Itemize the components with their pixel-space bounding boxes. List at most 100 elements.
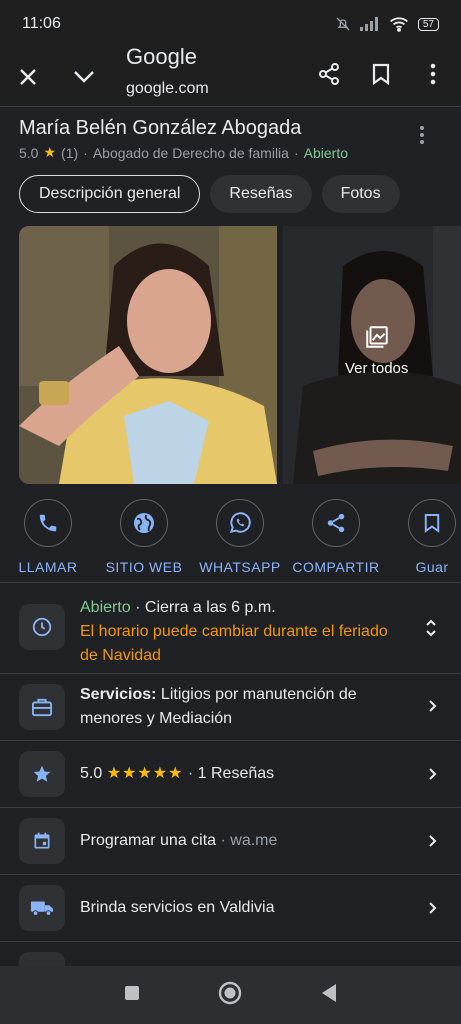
services-chevron bbox=[428, 699, 437, 718]
reviews-chevron bbox=[428, 767, 437, 786]
status-bar: 11:06 57 bbox=[0, 0, 461, 48]
close-button[interactable] bbox=[8, 57, 48, 97]
square-icon bbox=[124, 985, 139, 1000]
place-rating: 5.0 bbox=[19, 144, 39, 161]
kebab-icon bbox=[430, 63, 436, 85]
appointment-row[interactable]: Programar una cita · wa.me bbox=[0, 808, 461, 874]
reviews-rating: 5.0 bbox=[80, 765, 103, 782]
clock-icon-box bbox=[19, 604, 65, 650]
tab-reviews[interactable]: Reseñas bbox=[210, 175, 312, 213]
place-meta: 5.0 ★ (1) · Abogado de Derecho de famili… bbox=[19, 144, 348, 161]
hours-closes: · Cierra a las 6 p.m. bbox=[130, 599, 276, 616]
appointment-source: · wa.me bbox=[216, 832, 278, 849]
services-text: Servicios: Litigios por manutención de m… bbox=[80, 683, 401, 731]
photo-strip: Ver todos bbox=[19, 226, 461, 484]
place-review-count[interactable]: (1) bbox=[61, 145, 78, 161]
call-label: LLAMAR bbox=[18, 559, 78, 575]
signal-icon bbox=[359, 17, 378, 31]
place-more-button[interactable] bbox=[419, 125, 425, 150]
phone-icon bbox=[39, 514, 57, 532]
chevron-right-icon bbox=[429, 768, 437, 780]
share-place-button[interactable]: COMPARTIR bbox=[288, 499, 384, 575]
chevron-right-icon bbox=[429, 700, 437, 712]
bookmark-icon bbox=[372, 63, 390, 85]
page-url: google.com bbox=[126, 80, 209, 97]
whatsapp-icon bbox=[229, 512, 251, 533]
photo-library-icon bbox=[365, 326, 388, 348]
star-icon bbox=[33, 765, 51, 782]
open-status: Abierto bbox=[303, 144, 348, 161]
bookmark-icon bbox=[424, 514, 440, 533]
website-button[interactable]: SITIO WEB bbox=[96, 499, 192, 575]
appointment-label: Programar una cita bbox=[80, 832, 217, 849]
hours-text: Abierto · Cierra a las 6 p.m. El horario… bbox=[80, 596, 401, 668]
browser-toolbar: Google google.com bbox=[0, 44, 461, 106]
website-label: SITIO WEB bbox=[105, 559, 183, 575]
services-label: Servicios: bbox=[80, 686, 157, 703]
next-row-partial[interactable] bbox=[0, 942, 461, 966]
save-label: Guar bbox=[415, 559, 449, 575]
main-photo[interactable] bbox=[19, 226, 277, 484]
expand-hours-button[interactable] bbox=[425, 619, 437, 642]
row-icon-box bbox=[19, 952, 65, 966]
star-icon-box bbox=[19, 751, 65, 797]
see-all-label-group: Ver todos bbox=[345, 324, 408, 377]
service-area-chevron bbox=[428, 901, 437, 920]
star-icon: ★ bbox=[43, 144, 57, 160]
tab-bar: Descripción general Reseñas Fotos bbox=[19, 175, 400, 213]
status-icons: 57 bbox=[335, 16, 439, 32]
share-icon bbox=[319, 63, 339, 85]
quick-actions: LLAMAR SITIO WEB WHATSAPP COMPARTIR Guar bbox=[0, 499, 461, 575]
see-all-photos[interactable]: Ver todos bbox=[283, 226, 461, 484]
collapse-button[interactable] bbox=[64, 57, 104, 97]
briefcase-icon-box bbox=[19, 684, 65, 730]
back-button[interactable] bbox=[320, 983, 338, 1008]
service-area-text: Brinda servicios en Valdivia bbox=[80, 899, 275, 916]
hours-status: Abierto bbox=[80, 599, 131, 616]
more-menu-button[interactable] bbox=[413, 54, 453, 94]
close-icon bbox=[20, 69, 36, 85]
kebab-icon bbox=[420, 126, 424, 144]
call-button[interactable]: LLAMAR bbox=[0, 499, 96, 575]
truck-icon bbox=[30, 901, 54, 916]
chevron-right-icon bbox=[429, 902, 437, 914]
page-title-block: Google google.com bbox=[126, 44, 209, 98]
reviews-stars: ★★★★★ bbox=[106, 765, 184, 782]
hours-warning: El horario puede cambiar durante el feri… bbox=[80, 623, 388, 664]
clock-icon bbox=[32, 617, 52, 637]
place-panel: María Belén González Abogada 5.0 ★ (1) ·… bbox=[0, 106, 461, 966]
share-button[interactable] bbox=[309, 54, 349, 94]
status-time: 11:06 bbox=[22, 15, 61, 32]
separator-dot: · bbox=[83, 144, 88, 161]
share-icon bbox=[327, 513, 345, 533]
whatsapp-button[interactable]: WHATSAPP bbox=[192, 499, 288, 575]
mute-icon bbox=[336, 17, 350, 31]
see-all-label: Ver todos bbox=[345, 360, 409, 377]
globe-icon bbox=[134, 513, 154, 533]
hours-row[interactable]: Abierto · Cierra a las 6 p.m. El horario… bbox=[0, 583, 461, 673]
back-triangle-icon bbox=[321, 983, 336, 1002]
page-title: Google bbox=[126, 44, 197, 69]
system-nav-bar bbox=[0, 966, 461, 1024]
service-area-row[interactable]: Brinda servicios en Valdivia bbox=[0, 875, 461, 941]
briefcase-icon bbox=[32, 698, 52, 717]
save-button[interactable]: Guar bbox=[384, 499, 461, 575]
reviews-text: 5.0 ★★★★★ · 1 Reseñas bbox=[80, 762, 401, 786]
home-button[interactable] bbox=[218, 981, 242, 1010]
reviews-count: · 1 Reseñas bbox=[183, 765, 275, 782]
truck-icon-box bbox=[19, 885, 65, 931]
calendar-icon bbox=[34, 832, 50, 849]
place-category: Abogado de Derecho de familia bbox=[92, 144, 289, 161]
services-row[interactable]: Servicios: Litigios por manutención de m… bbox=[0, 674, 461, 740]
tab-photos[interactable]: Fotos bbox=[321, 175, 400, 213]
separator-dot: · bbox=[293, 144, 299, 161]
bookmark-button[interactable] bbox=[361, 54, 401, 94]
place-name: María Belén González Abogada bbox=[19, 117, 302, 139]
tab-overview[interactable]: Descripción general bbox=[19, 175, 201, 213]
reviews-row[interactable]: 5.0 ★★★★★ · 1 Reseñas bbox=[0, 741, 461, 807]
battery-indicator: 57 bbox=[417, 17, 439, 31]
share-label: COMPARTIR bbox=[292, 559, 380, 575]
portrait-photo bbox=[19, 226, 277, 484]
whatsapp-label: WHATSAPP bbox=[199, 559, 281, 575]
recents-button[interactable] bbox=[124, 985, 140, 1006]
